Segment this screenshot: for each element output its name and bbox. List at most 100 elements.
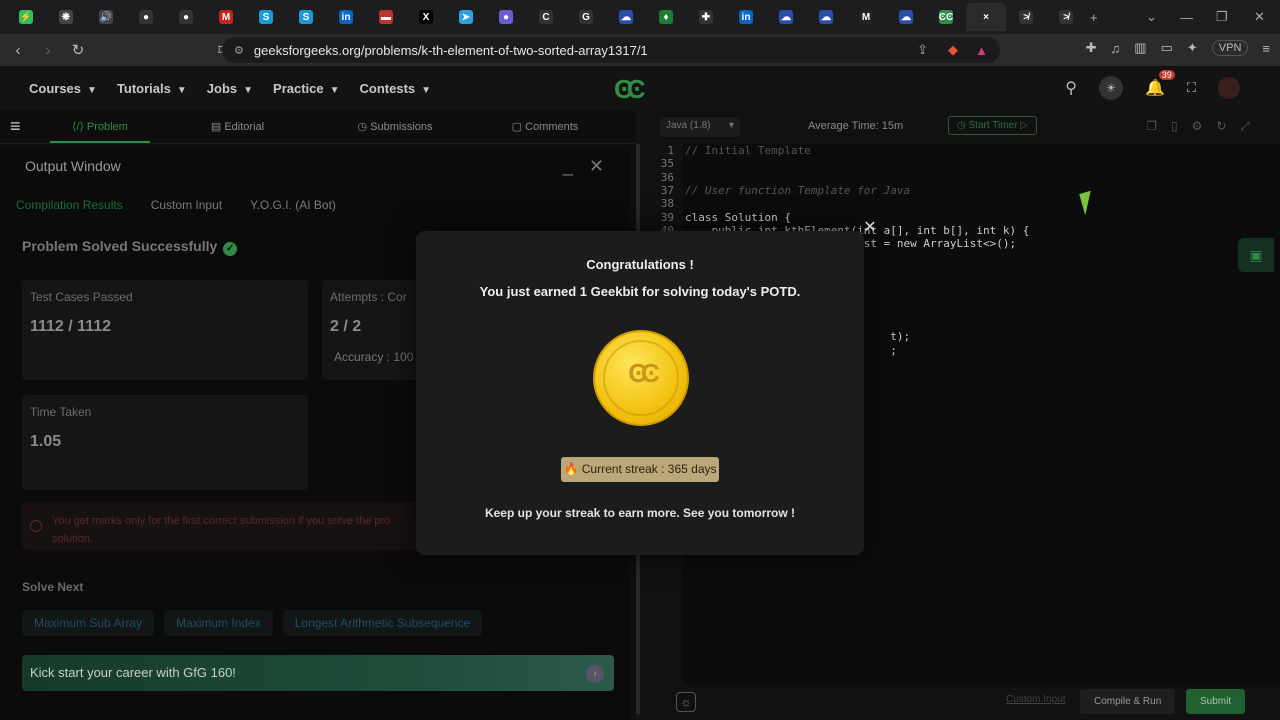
gmail-icon: M: [219, 10, 233, 24]
chat-icon[interactable]: ▣: [1238, 238, 1274, 272]
tab-comments[interactable]: ▢ Comments: [465, 120, 625, 133]
browser-tab[interactable]: ●: [126, 3, 166, 31]
gfg-logo-icon[interactable]: ϾϾ: [614, 74, 645, 105]
settings-icon[interactable]: ⚙: [1192, 119, 1203, 134]
browser-tab[interactable]: S: [286, 3, 326, 31]
forward-icon[interactable]: ›: [36, 42, 60, 59]
minimize-icon[interactable]: —: [1180, 0, 1193, 34]
browser-tab[interactable]: X: [406, 3, 446, 31]
custom-input-link[interactable]: Custom Input: [1006, 694, 1065, 705]
submit-button[interactable]: Submit: [1186, 689, 1246, 714]
menu-contests[interactable]: Contests ▼: [360, 81, 432, 96]
music-icon[interactable]: ♫: [1111, 41, 1121, 56]
tab-custom-input[interactable]: Custom Input: [151, 198, 222, 212]
close-window-icon[interactable]: ✕: [1254, 0, 1265, 34]
browser-tab[interactable]: M: [206, 3, 246, 31]
tab-problem[interactable]: ⟨/⟩ Problem: [50, 120, 150, 143]
vpn-button[interactable]: VPN: [1211, 40, 1249, 56]
reset-icon[interactable]: ↻: [1216, 119, 1226, 134]
browser-tab[interactable]: in: [326, 3, 366, 31]
tab-submissions[interactable]: ◷ Submissions: [325, 120, 465, 133]
browser-tab[interactable]: ☁: [806, 3, 846, 31]
url-field[interactable]: ⚙ geeksforgeeks.org/problems/k-th-elemen…: [222, 37, 1000, 63]
translate-icon[interactable]: ⛶: [1187, 80, 1196, 96]
wallet-icon[interactable]: ▭: [1161, 40, 1173, 56]
minimize-output-icon[interactable]: _: [563, 156, 573, 177]
tab-label: Submissions: [370, 121, 433, 133]
browser-tab[interactable]: ≯: [1046, 3, 1086, 31]
notifications-bell-icon[interactable]: 🔔 39: [1145, 70, 1175, 98]
main-menu: Courses ▼ Tutorials ▼ Jobs ▼ Practice ▼ Cont…: [29, 81, 431, 96]
warning-icon: [30, 520, 42, 532]
tab-list-chevron-icon[interactable]: ⌄: [1146, 0, 1157, 34]
browser-tab[interactable]: M: [846, 3, 886, 31]
career-banner[interactable]: Kick start your career with GfG 160! ›: [22, 655, 614, 691]
tab-yogi-ai-bot[interactable]: Y.O.G.I. (AI Bot): [250, 198, 336, 212]
attempts-value: 2 / 2: [330, 318, 362, 335]
browser-tab[interactable]: ▬: [366, 3, 406, 31]
back-icon[interactable]: ‹: [6, 42, 30, 59]
close-tab-icon[interactable]: ×: [979, 10, 993, 24]
solve-next-heading: Solve Next: [22, 580, 84, 594]
browser-tab[interactable]: ×: [966, 3, 1006, 31]
reload-icon[interactable]: ↻: [66, 41, 90, 59]
menu-jobs[interactable]: Jobs ▼: [207, 81, 253, 96]
browser-tab[interactable]: G: [566, 3, 606, 31]
brave-shield-icon[interactable]: ◆: [948, 42, 958, 58]
share-icon[interactable]: ⇪: [917, 42, 928, 58]
browser-tab[interactable]: ●: [166, 3, 206, 31]
next-problem-link[interactable]: Maximum Sub Array: [22, 610, 155, 636]
tab-compilation-results[interactable]: Compilation Results: [16, 198, 123, 212]
menu-practice[interactable]: Practice ▼: [273, 81, 340, 96]
browser-tab[interactable]: ☁: [886, 3, 926, 31]
browser-tab[interactable]: 🔊: [86, 3, 126, 31]
avatar[interactable]: [1218, 77, 1240, 99]
extensions-icon[interactable]: ✚: [1086, 40, 1097, 56]
restore-icon[interactable]: ❐: [1216, 0, 1228, 34]
sidebar-icon[interactable]: ▥: [1134, 40, 1146, 56]
geekbit-coin-icon: ϾϾ: [593, 330, 689, 426]
browser-tab[interactable]: in: [726, 3, 766, 31]
browser-tab[interactable]: ☁: [606, 3, 646, 31]
language-select[interactable]: Java (1.8) ▾: [660, 117, 740, 137]
search-icon[interactable]: ⚲: [1065, 78, 1077, 98]
fullscreen-icon[interactable]: ⤢: [1240, 119, 1250, 134]
file-icon[interactable]: ▯: [1171, 119, 1178, 134]
browser-menu-icon[interactable]: ≡: [1262, 41, 1270, 56]
status-text: Problem Solved Successfully: [22, 238, 218, 254]
line-number: 39: [660, 210, 674, 224]
new-tab-button[interactable]: +: [1090, 0, 1098, 34]
hamburger-menu-icon[interactable]: ≡: [10, 116, 50, 137]
leo-ai-icon[interactable]: ✦: [1187, 40, 1198, 56]
browser-tab[interactable]: C: [526, 3, 566, 31]
close-output-icon[interactable]: ✕: [589, 156, 604, 177]
browser-tab[interactable]: ❋: [46, 3, 86, 31]
compile-run-button[interactable]: Compile & Run: [1080, 689, 1176, 714]
menu-label: Jobs: [206, 80, 238, 96]
hint-bulb-icon[interactable]: ☼: [676, 692, 696, 712]
browser-tab[interactable]: ϾϾ: [926, 3, 966, 31]
browser-tab[interactable]: ✚: [686, 3, 726, 31]
close-modal-icon[interactable]: ✕: [860, 217, 880, 237]
start-timer-button[interactable]: ◷ Start Timer ▷: [948, 116, 1037, 135]
next-problem-link[interactable]: Longest Arithmetic Subsequence: [282, 610, 483, 636]
linkedin-icon: in: [739, 10, 753, 24]
next-problem-link[interactable]: Maximum Index: [164, 610, 273, 636]
theme-toggle-icon[interactable]: ☀: [1098, 76, 1123, 100]
rewards-icon[interactable]: ▲: [975, 43, 988, 58]
speaker-icon: 🔊: [99, 10, 113, 24]
browser-tab[interactable]: ⚡: [6, 3, 46, 31]
tab-editorial[interactable]: ▤ Editorial: [150, 120, 325, 133]
site-info-icon[interactable]: ⚙: [234, 44, 244, 57]
browser-tab[interactable]: ☁: [766, 3, 806, 31]
career-banner-text: Kick start your career with GfG 160!: [30, 665, 236, 680]
arrow-right-icon[interactable]: ›: [586, 665, 604, 683]
browser-tab[interactable]: ➤: [446, 3, 486, 31]
menu-courses[interactable]: Courses ▼: [29, 81, 97, 96]
browser-tab[interactable]: ♦: [646, 3, 686, 31]
browser-tab[interactable]: ≯: [1006, 3, 1046, 31]
browser-tab[interactable]: S: [246, 3, 286, 31]
browser-tab[interactable]: ●: [486, 3, 526, 31]
copy-icon[interactable]: ❐: [1146, 119, 1157, 134]
menu-tutorials[interactable]: Tutorials ▼: [117, 81, 187, 96]
